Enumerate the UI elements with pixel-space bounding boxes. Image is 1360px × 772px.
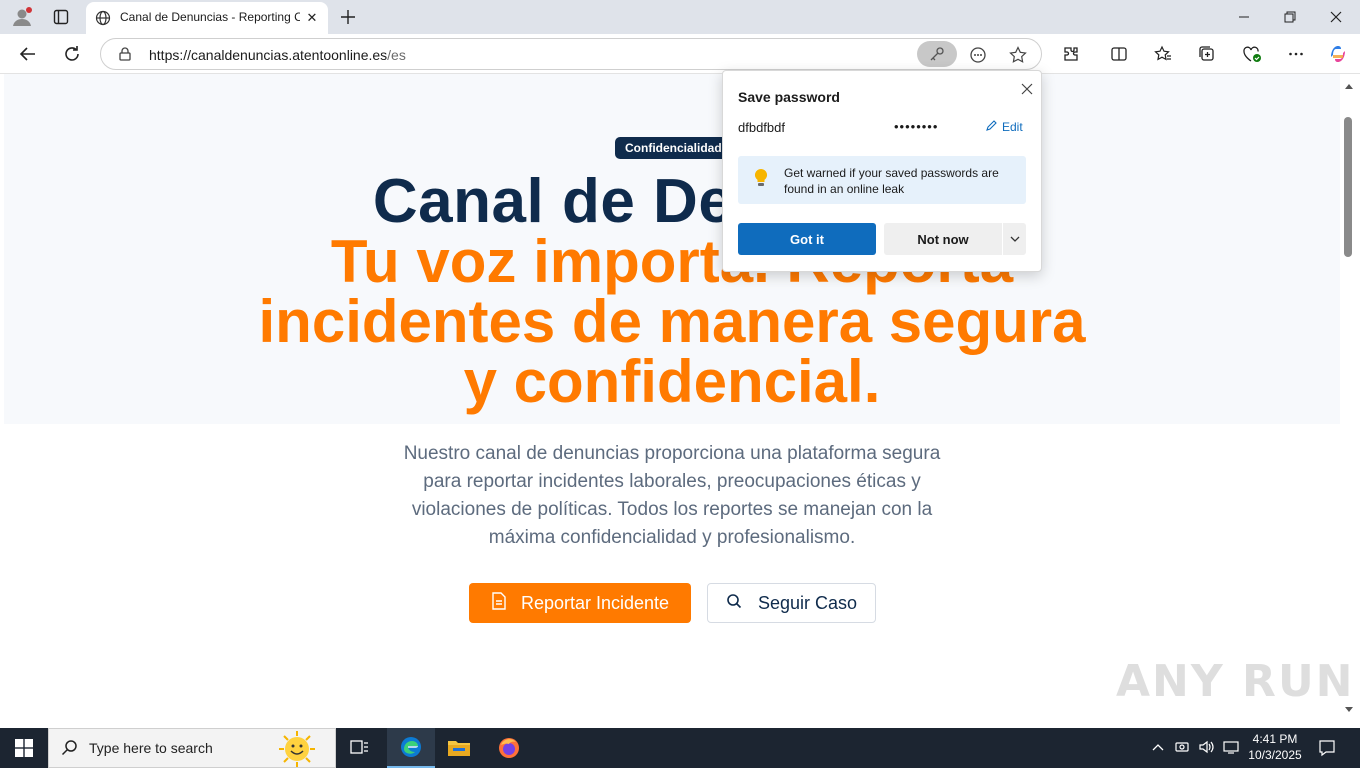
pencil-icon bbox=[985, 119, 998, 135]
weather-sun-icon[interactable] bbox=[271, 730, 323, 772]
password-key-icon[interactable] bbox=[917, 41, 957, 67]
leak-warning-text: Get warned if your saved passwords are f… bbox=[784, 166, 999, 196]
window-close-icon[interactable] bbox=[1316, 5, 1356, 29]
web-page: Confidencialidad Canal de Denuncias Tu v… bbox=[4, 74, 1340, 722]
edge-browser-icon[interactable] bbox=[387, 728, 435, 768]
windows-start-icon[interactable] bbox=[0, 728, 48, 768]
lock-icon[interactable] bbox=[117, 46, 133, 66]
not-now-button[interactable]: Not now bbox=[884, 223, 1002, 255]
new-tab-button[interactable] bbox=[336, 5, 360, 29]
clock-date: 10/3/2025 bbox=[1248, 748, 1302, 762]
url-text[interactable]: https://canaldenuncias.atentoonline.es/e… bbox=[149, 47, 406, 63]
edit-label: Edit bbox=[1002, 120, 1023, 134]
firefox-icon[interactable] bbox=[485, 728, 533, 768]
tab-title: Canal de Denuncias - Reporting C bbox=[120, 10, 300, 24]
system-clock[interactable]: 4:41 PM 10/3/2025 bbox=[1240, 731, 1310, 763]
scrollbar-thumb[interactable] bbox=[1344, 117, 1352, 257]
report-incident-button[interactable]: Reportar Incidente bbox=[469, 583, 691, 623]
volume-icon[interactable] bbox=[1198, 739, 1216, 759]
profile-avatar-icon[interactable] bbox=[8, 5, 36, 29]
minimize-icon[interactable] bbox=[1224, 5, 1264, 29]
restore-icon[interactable] bbox=[1270, 5, 1310, 29]
page-description: Nuestro canal de denuncias proporciona u… bbox=[403, 443, 941, 548]
popup-title: Save password bbox=[738, 89, 840, 105]
refresh-icon[interactable] bbox=[57, 39, 87, 69]
favorite-star-icon[interactable] bbox=[1003, 40, 1033, 70]
favorites-icon[interactable] bbox=[1148, 39, 1178, 69]
url-path: /es bbox=[387, 47, 406, 63]
notifications-icon[interactable] bbox=[1318, 739, 1336, 761]
clock-time: 4:41 PM bbox=[1252, 732, 1298, 746]
report-incident-label: Reportar Incidente bbox=[520, 592, 670, 613]
chevron-down-icon[interactable] bbox=[1003, 223, 1026, 255]
save-password-popup: Save password dfbdfbdf •••••••• Edit Get… bbox=[722, 70, 1042, 272]
lightbulb-icon bbox=[754, 168, 768, 193]
tab-close-icon[interactable]: ✕ bbox=[304, 10, 320, 26]
browser-titlebar: Canal de Denuncias - Reporting C ✕ bbox=[0, 0, 1360, 34]
document-icon bbox=[491, 591, 507, 615]
read-aloud-icon[interactable] bbox=[963, 40, 993, 70]
copilot-icon[interactable] bbox=[1323, 39, 1353, 69]
windows-taskbar: Type here to search 4:41 PM 10/3/2025 bbox=[0, 728, 1360, 768]
address-bar[interactable]: https://canaldenuncias.atentoonline.es/e… bbox=[100, 38, 1042, 70]
task-view-icon[interactable] bbox=[336, 728, 384, 768]
network-icon[interactable] bbox=[1222, 739, 1240, 759]
tray-chevron-up-icon[interactable] bbox=[1150, 739, 1166, 759]
back-icon[interactable] bbox=[13, 39, 43, 69]
follow-case-label: Seguir Caso bbox=[757, 592, 858, 613]
collections-icon[interactable] bbox=[1192, 39, 1222, 69]
got-it-button[interactable]: Got it bbox=[738, 223, 876, 255]
tab-actions-icon[interactable] bbox=[48, 5, 74, 29]
confidentiality-badge: Confidencialidad bbox=[615, 137, 732, 159]
saved-password-mask: •••••••• bbox=[894, 119, 939, 134]
split-screen-icon[interactable] bbox=[1104, 39, 1134, 69]
taskbar-search-box[interactable]: Type here to search bbox=[48, 728, 336, 768]
browser-essentials-icon[interactable] bbox=[1237, 39, 1267, 69]
file-explorer-icon[interactable] bbox=[435, 728, 483, 768]
page-title: Canal de Denuncias bbox=[372, 167, 972, 236]
globe-icon bbox=[95, 10, 111, 30]
saved-username: dfbdfbdf bbox=[738, 120, 785, 135]
more-menu-icon[interactable] bbox=[1281, 39, 1311, 69]
follow-case-button[interactable]: Seguir Caso bbox=[707, 583, 876, 623]
edit-credentials-link[interactable]: Edit bbox=[985, 119, 1023, 135]
search-placeholder: Type here to search bbox=[89, 740, 213, 756]
url-host: https://canaldenuncias.atentoonline.es bbox=[149, 47, 388, 63]
search-icon bbox=[61, 739, 79, 761]
anyrun-watermark: ANY RUN bbox=[1116, 656, 1355, 707]
leak-warning-box: Get warned if your saved passwords are f… bbox=[738, 156, 1026, 204]
meet-now-icon[interactable] bbox=[1174, 739, 1190, 759]
search-icon bbox=[726, 593, 742, 614]
browser-toolbar: https://canaldenuncias.atentoonline.es/e… bbox=[0, 34, 1360, 74]
browser-tab-active[interactable]: Canal de Denuncias - Reporting C ✕ bbox=[86, 2, 328, 34]
extensions-icon[interactable] bbox=[1056, 39, 1086, 69]
popup-close-icon[interactable] bbox=[1017, 79, 1037, 99]
